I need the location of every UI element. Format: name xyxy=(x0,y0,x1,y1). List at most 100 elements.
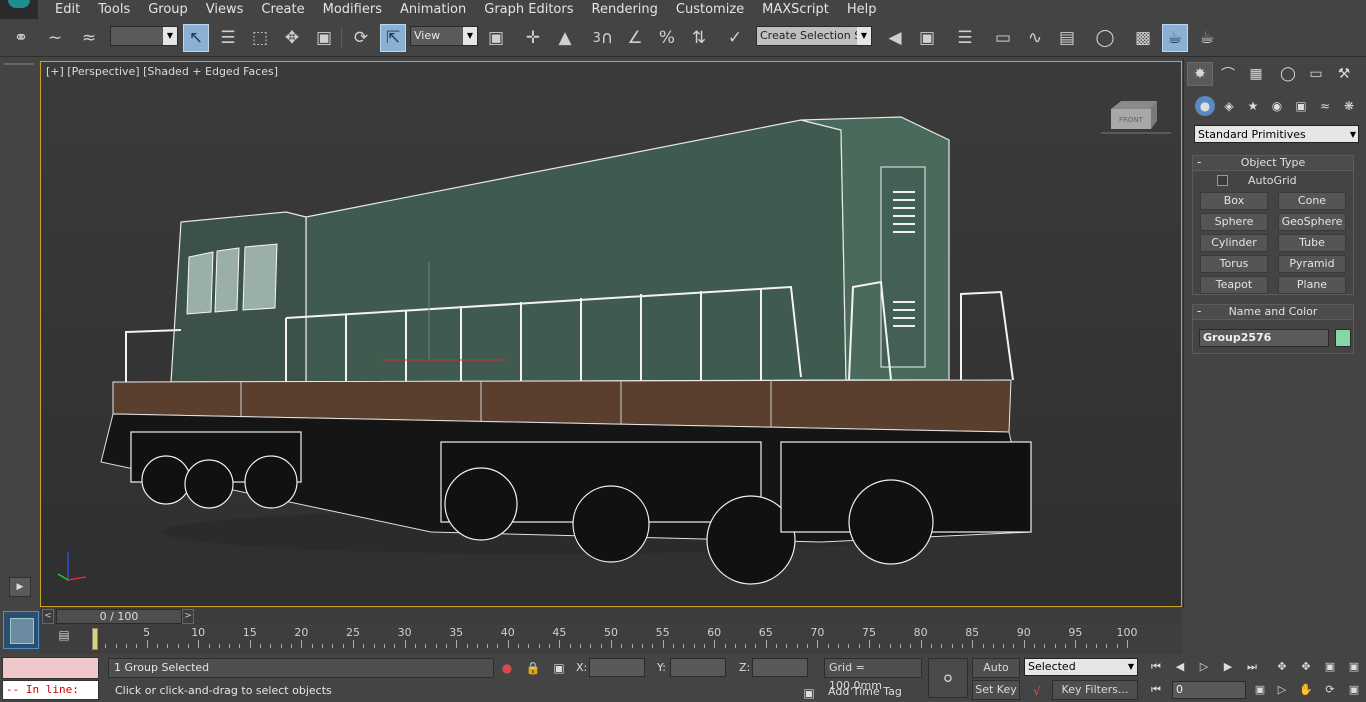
key-mode-dropdown[interactable]: Selected ▼ xyxy=(1024,658,1138,676)
time-slider-next-icon[interactable]: > xyxy=(182,609,194,624)
plane-button[interactable]: Plane xyxy=(1278,276,1346,294)
isolate-selection-icon[interactable]: ● xyxy=(498,659,516,677)
zoom-extents-icon[interactable]: ▣ xyxy=(1320,658,1340,676)
field-of-view-icon[interactable]: ▷ xyxy=(1272,681,1292,699)
object-type-header[interactable]: - Object Type xyxy=(1193,155,1353,171)
link-icon[interactable]: ⚭ xyxy=(8,24,34,52)
key-mode-toggle-icon[interactable]: ⏮ xyxy=(1146,681,1166,699)
geometry-icon[interactable]: ● xyxy=(1195,96,1215,116)
menu-help[interactable]: Help xyxy=(838,2,886,17)
mini-curve-editor-icon[interactable]: ▤ xyxy=(53,628,75,648)
keyboard-shortcut-override-icon[interactable]: ▲ xyxy=(552,24,578,52)
time-slider-thumb[interactable]: 0 / 100 xyxy=(56,609,182,624)
name-and-color-header[interactable]: - Name and Color xyxy=(1193,304,1353,320)
locomotive-model[interactable] xyxy=(41,62,1181,606)
y-coord-field[interactable] xyxy=(670,658,726,677)
motion-tab-icon[interactable]: ◯ xyxy=(1275,62,1301,86)
go-to-start-icon[interactable]: ⏮ xyxy=(1146,658,1166,676)
go-to-end-icon[interactable]: ⏭ xyxy=(1242,658,1262,676)
shapes-icon[interactable]: ◈ xyxy=(1219,96,1239,116)
set-keys-key-icon[interactable]: ⚪ xyxy=(928,658,968,698)
material-editor-icon[interactable]: ◯ xyxy=(1092,24,1118,52)
app-logo-button[interactable] xyxy=(0,0,38,19)
autogrid-checkbox[interactable] xyxy=(1217,175,1228,186)
angle-snap-icon[interactable]: ∠ xyxy=(622,24,648,52)
helpers-icon[interactable]: ▣ xyxy=(1291,96,1311,116)
add-time-tag-icon[interactable]: ▣ xyxy=(800,684,818,702)
named-selection-set-dropdown[interactable]: Create Selection Se ▼ xyxy=(756,26,872,46)
time-configuration-icon[interactable]: ▣ xyxy=(1250,681,1270,699)
add-time-tag[interactable]: Add Time Tag xyxy=(824,683,922,701)
mirror-icon[interactable]: ◀ xyxy=(882,24,908,52)
render-production-icon[interactable]: ☕ xyxy=(1194,24,1220,52)
hierarchy-tab-icon[interactable]: ▦ xyxy=(1243,62,1269,86)
menu-create[interactable]: Create xyxy=(252,2,313,17)
maximize-viewport-icon[interactable]: ▣ xyxy=(1344,681,1364,699)
lock-selection-icon[interactable]: 🔒 xyxy=(524,659,542,677)
menu-animation[interactable]: Animation xyxy=(391,2,475,17)
align-icon[interactable]: ▣ xyxy=(914,24,940,52)
pan-view-icon[interactable]: ✋ xyxy=(1296,681,1316,699)
geosphere-button[interactable]: GeoSphere xyxy=(1278,213,1346,231)
set-key-button[interactable]: Set Key xyxy=(972,680,1020,700)
select-uniform-scale-icon[interactable]: ⇱ xyxy=(380,24,406,52)
menu-edit[interactable]: Edit xyxy=(46,2,89,17)
select-rotate-icon[interactable]: ⟳ xyxy=(348,24,374,52)
orbit-icon[interactable]: ⟳ xyxy=(1320,681,1340,699)
lights-icon[interactable]: ★ xyxy=(1243,96,1263,116)
curve-editor-icon[interactable]: ∿ xyxy=(1022,24,1048,52)
play-icon[interactable]: ▷ xyxy=(1194,658,1214,676)
x-coord-field[interactable] xyxy=(589,658,645,677)
menu-graph-editors[interactable]: Graph Editors xyxy=(475,2,582,17)
display-tab-icon[interactable]: ▭ xyxy=(1303,62,1329,86)
rectangular-selection-icon[interactable]: ⬚ xyxy=(247,24,273,52)
menu-modifiers[interactable]: Modifiers xyxy=(314,2,391,17)
previous-frame-icon[interactable]: ◀ xyxy=(1170,658,1190,676)
pyramid-button[interactable]: Pyramid xyxy=(1278,255,1346,273)
rendered-frame-window-icon[interactable]: ☕ xyxy=(1162,24,1188,52)
object-name-field[interactable]: Group2576 xyxy=(1199,329,1329,347)
viewport-label[interactable]: [+] [Perspective] [Shaded + Edged Faces] xyxy=(46,65,278,78)
viewcube[interactable]: FRONT xyxy=(1101,97,1171,137)
torus-button[interactable]: Torus xyxy=(1200,255,1268,273)
menu-views[interactable]: Views xyxy=(197,2,253,17)
modify-tab-icon[interactable]: ⌒ xyxy=(1215,62,1241,86)
snaps-toggle-icon[interactable]: 3 ∩ xyxy=(590,24,616,52)
menu-group[interactable]: Group xyxy=(139,2,197,17)
select-by-name-icon[interactable]: ☰ xyxy=(215,24,241,52)
zoom-extents-all-icon[interactable]: ▣ xyxy=(1344,658,1364,676)
time-slider[interactable]: < 0 / 100 > xyxy=(40,608,1182,625)
menu-customize[interactable]: Customize xyxy=(667,2,753,17)
maxscript-mini-listener-input[interactable]: -- In line: xyxy=(2,680,99,700)
cylinder-button[interactable]: Cylinder xyxy=(1200,234,1268,252)
tube-button[interactable]: Tube xyxy=(1278,234,1346,252)
box-button[interactable]: Box xyxy=(1200,192,1268,210)
sphere-button[interactable]: Sphere xyxy=(1200,213,1268,231)
default-in-out-tangents-icon[interactable]: √ xyxy=(1028,682,1046,700)
play-animation-icon[interactable]: ▶ xyxy=(9,577,31,597)
current-frame-field[interactable]: 0 xyxy=(1172,681,1246,699)
spinner-snap-icon[interactable]: ⇅ xyxy=(686,24,712,52)
maxscript-listener-icon[interactable] xyxy=(3,611,39,649)
utilities-tab-icon[interactable]: ⚒ xyxy=(1331,62,1357,86)
percent-snap-icon[interactable]: % xyxy=(654,24,680,52)
time-slider-prev-icon[interactable]: < xyxy=(42,609,54,624)
menu-maxscript[interactable]: MAXScript xyxy=(753,2,838,17)
auto-key-button[interactable]: Auto Key xyxy=(972,658,1020,692)
primitive-type-dropdown[interactable]: Standard Primitives ▼ xyxy=(1194,125,1359,143)
perspective-viewport[interactable]: [+] [Perspective] [Shaded + Edged Faces]… xyxy=(40,61,1182,607)
graphite-ribbon-icon[interactable]: ▭ xyxy=(990,24,1016,52)
key-filters-button[interactable]: Key Filters... xyxy=(1052,680,1138,700)
cameras-icon[interactable]: ◉ xyxy=(1267,96,1287,116)
layer-manager-icon[interactable]: ☰ xyxy=(952,24,978,52)
systems-icon[interactable]: ❋ xyxy=(1339,96,1359,116)
menu-rendering[interactable]: Rendering xyxy=(583,2,667,17)
zoom-all-icon[interactable]: ✥ xyxy=(1296,658,1316,676)
reference-coordinate-dropdown[interactable]: View ▼ xyxy=(410,26,478,46)
pivot-center-icon[interactable]: ▣ xyxy=(483,24,509,52)
render-setup-icon[interactable]: ▩ xyxy=(1130,24,1156,52)
zoom-icon[interactable]: ✥ xyxy=(1272,658,1292,676)
menu-tools[interactable]: Tools xyxy=(89,2,139,17)
select-manipulate-icon[interactable]: ✛ xyxy=(520,24,546,52)
absolute-mode-icon[interactable]: ▣ xyxy=(550,659,568,677)
